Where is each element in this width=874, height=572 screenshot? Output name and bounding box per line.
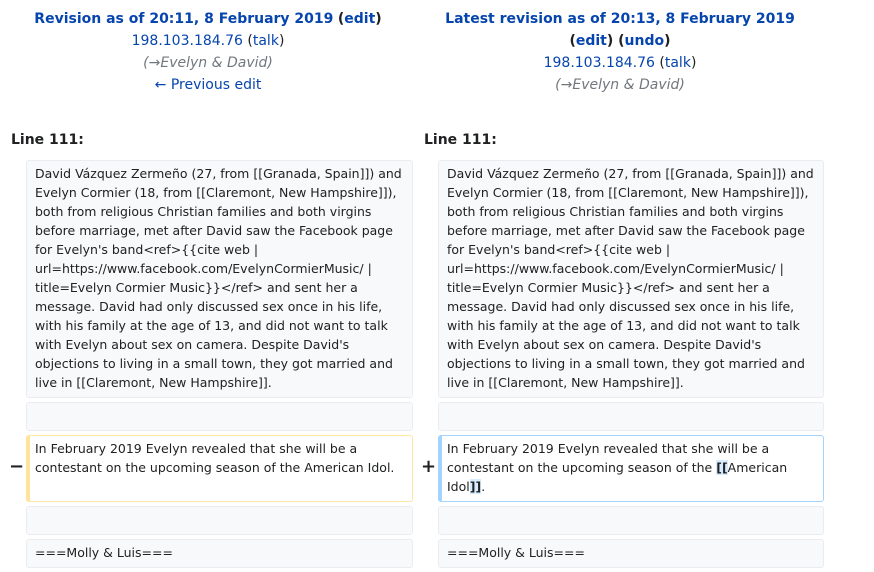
context-empty-right: [438, 402, 824, 431]
context-empty-left: [26, 402, 413, 431]
old-section-arrow-link[interactable]: →: [149, 55, 161, 71]
old-edit-summary: (→Evelyn & David): [143, 55, 273, 71]
new-edit-link[interactable]: edit: [576, 33, 607, 49]
inserted-bracket-open: [[: [716, 460, 728, 475]
new-revision-header: Latest revision as of 20:13, 8 February …: [414, 8, 826, 96]
new-user-link[interactable]: 198.103.184.76: [544, 55, 655, 71]
context-heading-right: ===Molly & Luis===: [438, 539, 824, 568]
new-summary-text: Evelyn & David: [572, 77, 680, 93]
minus-marker: −: [9, 456, 25, 477]
old-talk-link[interactable]: talk: [253, 33, 279, 49]
inserted-bracket-close: ]]: [469, 479, 482, 494]
added-line: In February 2019 Evelyn revealed that sh…: [438, 435, 824, 502]
new-edit-summary: (→Evelyn & David): [555, 77, 685, 93]
old-user-link[interactable]: 198.103.184.76: [132, 33, 243, 49]
added-text-after: .: [481, 479, 486, 494]
context-heading-left: ===Molly & Luis===: [26, 539, 413, 568]
deleted-line: In February 2019 Evelyn revealed that sh…: [26, 435, 413, 502]
old-edit-link[interactable]: edit: [344, 11, 375, 27]
context-empty-right-2: [438, 506, 824, 535]
old-summary-text: Evelyn & David: [160, 55, 268, 71]
context-paragraph-left: David Vázquez Zermeño (27, from [[Granad…: [26, 160, 413, 398]
old-revision-link[interactable]: Revision as of 20:11, 8 February 2019: [34, 11, 333, 27]
undo-link[interactable]: undo: [625, 33, 665, 49]
line-number-right: Line 111:: [424, 132, 497, 148]
context-paragraph-right: David Vázquez Zermeño (27, from [[Granad…: [438, 160, 824, 398]
line-number-left: Line 111:: [11, 132, 84, 148]
previous-edit-link[interactable]: ← Previous edit: [155, 77, 262, 93]
new-section-arrow-link[interactable]: →: [561, 77, 573, 93]
plus-marker: +: [421, 456, 437, 477]
new-talk-link[interactable]: talk: [665, 55, 691, 71]
new-revision-link[interactable]: Latest revision as of 20:13, 8 February …: [445, 11, 795, 27]
context-empty-left-2: [26, 506, 413, 535]
old-revision-header: Revision as of 20:11, 8 February 2019 (e…: [2, 8, 414, 96]
